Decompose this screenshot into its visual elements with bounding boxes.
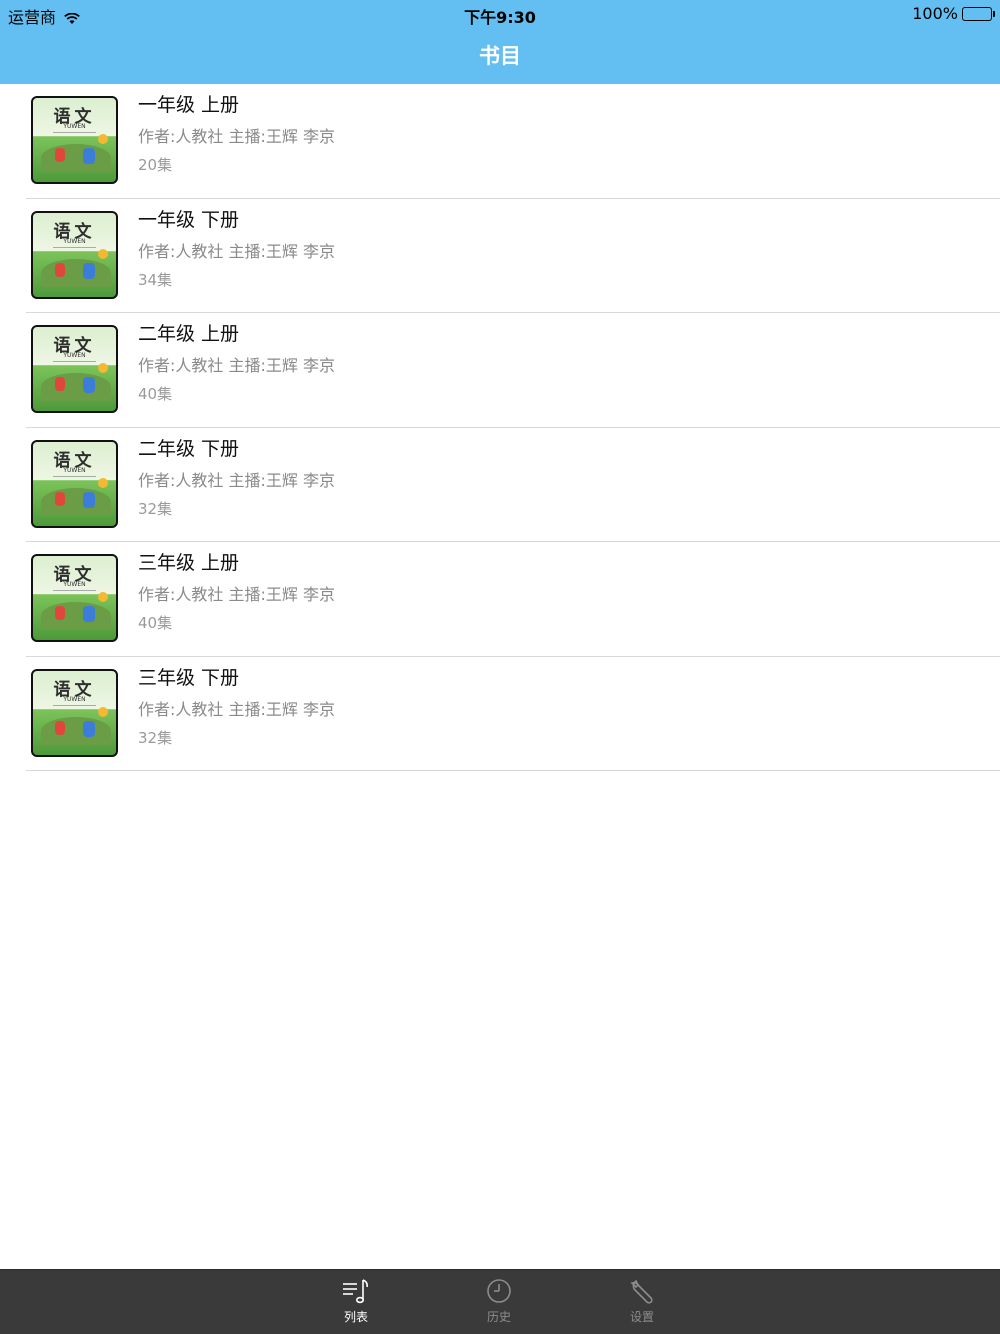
wrench-icon [630,1279,653,1304]
book-meta: 作者:人教社 主播:王辉 李京 [138,470,335,490]
book-meta: 作者:人教社 主播:王辉 李京 [138,356,335,375]
cover-subtitle: YUWEN [63,695,86,703]
book-title: 一年级 下册 [138,208,240,231]
list-item[interactable]: 语文 YUWEN 一年级 下册 作者:人教社 主播:王辉 李京 34集 [0,199,1000,313]
episode-count: 20集 [138,156,173,174]
book-cover: 语文 YUWEN [31,96,118,184]
divider [26,770,1000,771]
book-cover: 语文 YUWEN [31,210,118,299]
book-title: 三年级 下册 [138,666,240,689]
cover-subtitle: YUWEN [63,123,86,130]
book-cover: 语文 YUWEN [31,439,118,528]
book-title: 三年级 上册 [138,552,240,574]
book-cover: 语文 YUWEN [31,554,118,642]
cover-subtitle: YUWEN [63,581,86,588]
tab-history[interactable]: 历史 [459,1276,539,1334]
cover-subtitle: YUWEN [63,466,86,474]
episode-count: 32集 [138,499,173,518]
tab-label: 列表 [343,1310,368,1324]
book-meta: 作者:人教社 主播:王辉 李京 [138,585,335,604]
battery-percent: 100% [912,4,958,23]
list-item[interactable]: 语文 YUWEN 二年级 下册 作者:人教社 主播:王辉 李京 32集 [0,428,1000,542]
clock-icon [487,1279,511,1303]
book-meta: 作者:人教社 主播:王辉 李京 [138,699,335,719]
list-item[interactable]: 语文 YUWEN 二年级 上册 作者:人教社 主播:王辉 李京 40集 [0,313,1000,428]
tab-settings[interactable]: 设置 [602,1276,682,1334]
app-screen: 运营商 下午9:30 100% 书目 语文 YUWEN 一年级 上册 作者:人教… [0,0,1000,1334]
battery-icon [962,6,995,21]
book-meta: 作者:人教社 主播:王辉 李京 [138,241,335,261]
book-title: 一年级 上册 [138,94,240,116]
battery-indicator: 100% [912,4,995,23]
episode-count: 34集 [138,270,173,289]
episode-count: 40集 [138,385,173,403]
book-cover: 语文 YUWEN [31,325,118,413]
episode-count: 32集 [138,728,173,747]
cover-subtitle: YUWEN [63,237,86,245]
book-list: 语文 YUWEN 一年级 上册 作者:人教社 主播:王辉 李京 20集 语文 Y… [0,84,1000,771]
tab-list[interactable]: 列表 [316,1276,396,1334]
tab-label: 历史 [486,1310,511,1324]
tab-bar: 列表 历史 设置 [0,1269,1000,1334]
list-item[interactable]: 语文 YUWEN 三年级 下册 作者:人教社 主播:王辉 李京 32集 [0,657,1000,771]
book-meta: 作者:人教社 主播:王辉 李京 [138,127,335,146]
book-title: 二年级 下册 [138,437,240,460]
cover-subtitle: YUWEN [63,352,86,359]
book-title: 二年级 上册 [138,323,240,345]
top-bar: 运营商 下午9:30 100% 书目 [0,0,1000,84]
book-cover: 语文 YUWEN [31,668,118,757]
status-time: 下午9:30 [464,8,536,27]
music-list-icon [343,1279,368,1304]
list-item[interactable]: 语文 YUWEN 一年级 上册 作者:人教社 主播:王辉 李京 20集 [0,84,1000,199]
page-title: 书目 [479,44,521,68]
tab-label: 设置 [629,1310,654,1324]
list-item[interactable]: 语文 YUWEN 三年级 上册 作者:人教社 主播:王辉 李京 40集 [0,542,1000,657]
episode-count: 40集 [138,614,173,632]
status-bar: 运营商 下午9:30 100% [0,0,1000,28]
